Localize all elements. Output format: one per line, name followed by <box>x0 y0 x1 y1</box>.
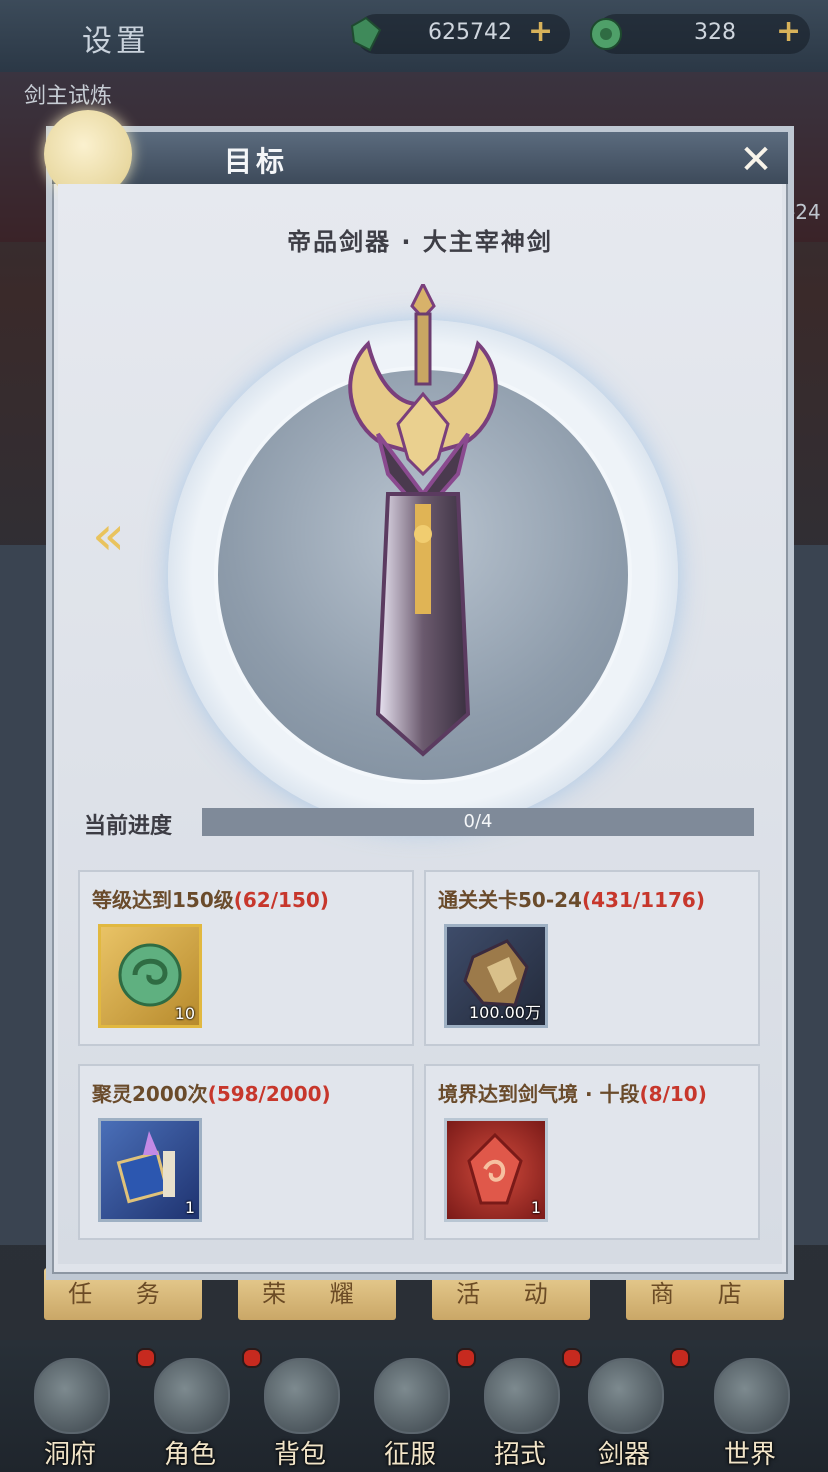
bag-icon <box>264 1358 340 1434</box>
item-name: 帝品剑器 · 大主宰神剑 <box>287 228 553 256</box>
dialog-title: 目标 <box>224 145 289 178</box>
sword-icon <box>588 1358 664 1434</box>
task-card-level: 等级达到150级(62/150) 10 <box>78 870 414 1046</box>
progress-bar: 0/4 <box>202 808 754 836</box>
nav-conquer[interactable]: 征服 <box>360 1348 476 1472</box>
jade-token-icon <box>590 18 622 50</box>
reward-red-crystal[interactable]: 1 <box>444 1118 548 1222</box>
dialog-header: 目标 ✕ <box>52 132 788 184</box>
reward-spirit-book[interactable]: 1 <box>98 1118 202 1222</box>
reward-qty: 10 <box>174 1004 195 1023</box>
dialog-body: 帝品剑器 · 大主宰神剑 « 当前进度 0/4 等级达到150级(62/150)… <box>58 184 782 1264</box>
character-icon <box>154 1358 230 1434</box>
token-add-button[interactable]: + <box>776 14 801 49</box>
nav-label: 角色 <box>163 1440 216 1470</box>
top-bar: 设置 625742 + 328 + <box>0 0 828 72</box>
nav-world[interactable]: 世界 <box>700 1348 800 1472</box>
task-label: 等级达到150级(62/150) <box>92 888 329 912</box>
world-map-icon <box>714 1358 790 1434</box>
task-card-realm: 境界达到剑气境 · 十段(8/10) 1 <box>424 1064 760 1240</box>
notification-dot <box>670 1348 690 1368</box>
nav-character[interactable]: 角色 <box>140 1348 262 1472</box>
nav-cave[interactable]: 洞府 <box>20 1348 156 1472</box>
task-card-spirit: 聚灵2000次(598/2000) 1 <box>78 1064 414 1240</box>
reward-ore-stone[interactable]: 100.00万 <box>444 924 548 1028</box>
close-button[interactable]: ✕ <box>734 138 778 182</box>
progress-text: 0/4 <box>463 811 493 832</box>
reward-qty: 1 <box>530 1198 541 1217</box>
jade-amount: 625742 <box>428 20 512 45</box>
nav-label: 剑器 <box>597 1440 650 1470</box>
nav-label: 世界 <box>723 1440 776 1470</box>
task-label: 聚灵2000次(598/2000) <box>92 1082 331 1106</box>
jade-gem-icon <box>350 16 382 52</box>
crossed-swords-icon <box>374 1358 450 1434</box>
bottom-nav: 洞府 角色 背包 征服 招式 剑器 世界 <box>0 1340 828 1472</box>
task-label: 境界达到剑气境 · 十段(8/10) <box>438 1082 707 1106</box>
nav-label: 洞府 <box>43 1440 96 1470</box>
task-card-stage: 通关关卡50-24(431/1176) 100.00万 <box>424 870 760 1046</box>
jade-resource: 625742 + <box>350 14 570 54</box>
settings-title[interactable]: 设置 <box>82 16 150 60</box>
previous-arrow-icon[interactable]: « <box>92 506 152 566</box>
reward-qty: 100.00万 <box>469 1003 541 1022</box>
nav-bag[interactable]: 背包 <box>250 1348 350 1472</box>
trial-label: 剑主试炼 <box>24 84 113 109</box>
nav-skills[interactable]: 招式 <box>470 1348 582 1472</box>
token-resource: 328 + <box>590 14 810 54</box>
jade-add-button[interactable]: + <box>528 14 553 49</box>
sword-icon <box>348 284 498 757</box>
nav-sword[interactable]: 剑器 <box>574 1348 690 1472</box>
cave-icon <box>34 1358 110 1434</box>
goal-dialog: 目标 ✕ 帝品剑器 · 大主宰神剑 « 当前进度 0/4 等级达到150级(62… <box>44 110 794 1280</box>
reward-jade-token[interactable]: 10 <box>98 924 202 1028</box>
nav-label: 征服 <box>383 1440 436 1470</box>
nav-label: 背包 <box>273 1440 326 1470</box>
nav-label: 招式 <box>493 1440 546 1470</box>
token-amount: 328 <box>694 20 736 45</box>
scroll-icon <box>484 1358 560 1434</box>
task-label: 通关关卡50-24(431/1176) <box>438 888 705 912</box>
display-ring <box>168 284 678 830</box>
reward-qty: 1 <box>184 1198 195 1217</box>
progress-label: 当前进度 <box>84 814 173 839</box>
